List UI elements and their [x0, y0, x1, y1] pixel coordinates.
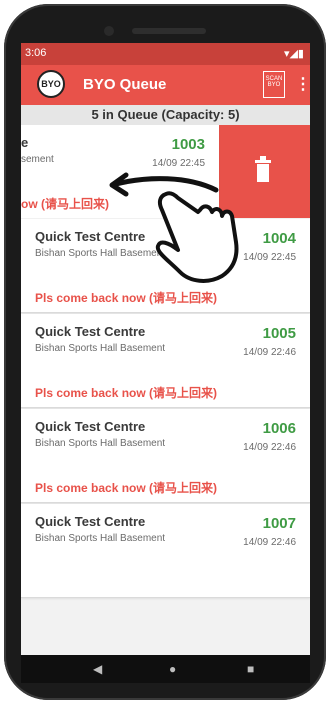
- queue-number: 1007: [262, 515, 296, 532]
- center-name: Quick Test Centre: [35, 514, 146, 529]
- recall-message: Pls come back now (请马上回来): [35, 481, 218, 495]
- app-bar: BYO BYO Queue SCAN BYO ⋮: [21, 65, 310, 105]
- app-title: BYO Queue: [83, 76, 167, 93]
- center-name: Quick Test Centre: [35, 324, 146, 339]
- swiped-card[interactable]: e sement 1003 14/09 22:45 ow (请马上回来): [21, 125, 219, 218]
- swiped-message: ow (请马上回来): [21, 197, 109, 211]
- scan-byo-button[interactable]: SCAN BYO: [263, 71, 285, 98]
- location: Bishan Sports Hall Basement: [35, 343, 166, 354]
- app-screen: 3:06 ▾◢▮ BYO BYO Queue SCAN BYO ⋮ 5 in Q…: [21, 43, 310, 655]
- swiped-queue-item[interactable]: e sement 1003 14/09 22:45 ow (请马上回来): [21, 125, 310, 218]
- queue-number: 1006: [262, 420, 296, 437]
- recents-nav-icon[interactable]: ■: [247, 662, 254, 676]
- trash-icon: [255, 156, 271, 182]
- app-logo: BYO: [37, 70, 65, 98]
- queue-item-1006[interactable]: Quick Test Centre Bishan Sports Hall Bas…: [21, 409, 310, 503]
- queue-header: 5 in Queue (Capacity: 5): [21, 105, 310, 126]
- system-nav-bar: ◀ ● ■: [21, 655, 310, 683]
- delete-swipe-area[interactable]: [216, 125, 310, 218]
- swiped-location: sement: [21, 154, 54, 165]
- swiped-timestamp: 14/09 22:45: [152, 158, 205, 169]
- back-nav-icon[interactable]: ◀: [93, 662, 102, 676]
- center-name: Quick Test Centre: [35, 229, 146, 244]
- status-bar: 3:06 ▾◢▮: [21, 43, 310, 65]
- queue-item-1007[interactable]: Quick Test Centre Bishan Sports Hall Bas…: [21, 504, 310, 598]
- overflow-menu-button[interactable]: ⋮: [295, 74, 310, 94]
- location: Bishan Sports Hall Basement: [35, 248, 166, 259]
- front-camera: [104, 26, 114, 36]
- status-time: 3:06: [25, 47, 47, 59]
- queue-number: 1004: [262, 230, 296, 247]
- earpiece-speaker: [132, 28, 206, 34]
- recall-message: Pls come back now (请马上回来): [35, 291, 218, 305]
- center-name: Quick Test Centre: [35, 419, 146, 434]
- home-nav-icon[interactable]: ●: [169, 662, 176, 676]
- recall-message: Pls come back now (请马上回来): [35, 386, 218, 400]
- swiped-queue-number: 1003: [171, 136, 205, 153]
- timestamp: 14/09 22:46: [243, 537, 296, 548]
- timestamp: 14/09 22:46: [243, 442, 296, 453]
- status-icons: ▾◢▮: [283, 48, 304, 60]
- byo-label: BYO: [267, 82, 281, 88]
- location: Bishan Sports Hall Basement: [35, 438, 166, 449]
- queue-item-1004[interactable]: Quick Test Centre Bishan Sports Hall Bas…: [21, 219, 310, 313]
- swiped-center-name: e: [21, 135, 29, 150]
- queue-item-1005[interactable]: Quick Test Centre Bishan Sports Hall Bas…: [21, 314, 310, 408]
- timestamp: 14/09 22:45: [243, 252, 296, 263]
- timestamp: 14/09 22:46: [243, 347, 296, 358]
- queue-number: 1005: [262, 325, 296, 342]
- location: Bishan Sports Hall Basement: [35, 533, 166, 544]
